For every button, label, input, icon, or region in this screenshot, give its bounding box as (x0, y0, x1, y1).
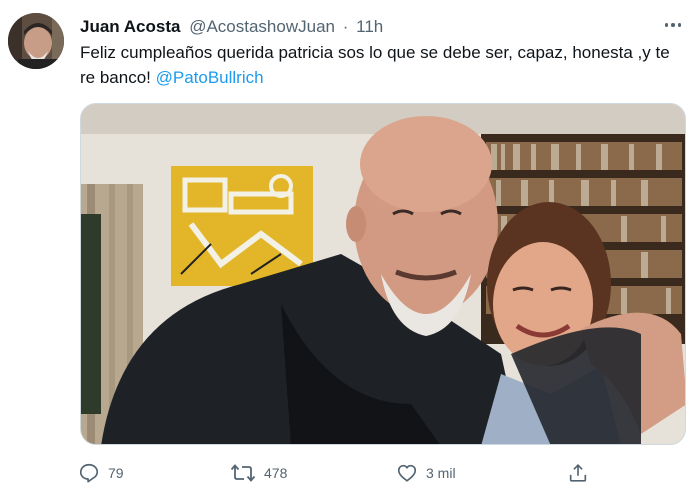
retweet-button[interactable]: 478 (230, 460, 287, 486)
timestamp[interactable]: 11h (356, 17, 383, 36)
action-bar: 79 478 3 mil (78, 460, 638, 486)
mention-link[interactable]: @PatoBullrich (156, 68, 264, 87)
retweet-icon (230, 464, 256, 482)
like-button[interactable]: 3 mil (396, 460, 456, 486)
tweet: Juan Acosta @AcostashowJuan · 11h Feliz … (0, 0, 700, 489)
reply-button[interactable]: 79 (78, 460, 124, 486)
user-handle[interactable]: @AcostashowJuan (189, 17, 335, 36)
reply-count: 79 (108, 465, 124, 481)
tweet-text: Feliz cumpleaños querida patricia sos lo… (80, 40, 680, 90)
avatar-photo-icon (8, 13, 64, 69)
display-name[interactable]: Juan Acosta (80, 17, 180, 36)
reply-icon (79, 463, 99, 483)
heart-icon (397, 464, 417, 482)
separator-dot: · (342, 17, 349, 36)
retweet-count: 478 (264, 465, 288, 481)
like-count: 3 mil (426, 465, 456, 481)
more-options-button[interactable] (660, 14, 686, 36)
avatar[interactable] (8, 13, 64, 69)
share-icon (569, 464, 587, 482)
tweet-header: Juan Acosta @AcostashowJuan · 11h (80, 16, 383, 38)
more-icon (664, 23, 669, 27)
photo-icon (81, 104, 685, 444)
tweet-photo[interactable] (80, 103, 686, 445)
share-button[interactable] (567, 460, 589, 486)
